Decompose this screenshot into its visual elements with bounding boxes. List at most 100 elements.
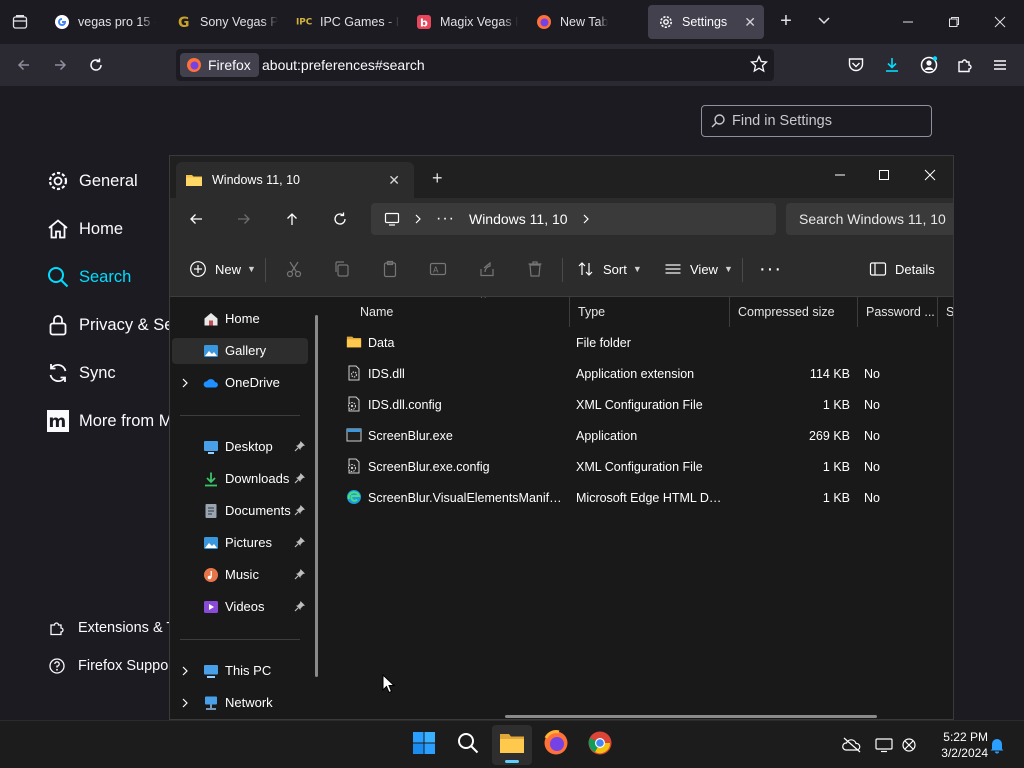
tray-onedrive-off-icon[interactable]	[842, 735, 862, 755]
paste-button[interactable]	[381, 257, 407, 281]
nav-item-pictures[interactable]: Pictures	[172, 530, 308, 556]
view-button[interactable]: View ▼	[664, 257, 733, 281]
browser-tab[interactable]: vegas pro 15 -	[44, 5, 156, 39]
browser-tab[interactable]: G Sony Vegas Pr	[166, 5, 278, 39]
hamburger-menu-icon[interactable]	[988, 53, 1012, 77]
back-button[interactable]	[12, 53, 36, 77]
chevron-right-icon[interactable]	[181, 697, 189, 709]
cut-button[interactable]	[285, 257, 311, 281]
nav-scrollbar[interactable]	[315, 315, 318, 677]
details-button[interactable]: Details	[869, 257, 935, 281]
more-path-ellipsis[interactable]: ···	[436, 210, 455, 228]
chevron-right-icon[interactable]	[582, 214, 590, 224]
url-bar[interactable]: Firefox about:preferences#search	[176, 49, 774, 81]
sort-button[interactable]: Sort ▼	[577, 257, 642, 281]
account-icon[interactable]	[917, 53, 941, 77]
nav-item-music[interactable]: Music	[172, 562, 308, 588]
category-sync[interactable]: Sync	[46, 358, 116, 388]
file-row[interactable]: ScreenBlur.exe Application 269 KB No	[338, 420, 953, 450]
list-all-tabs-icon[interactable]	[816, 12, 832, 33]
close-window-button[interactable]	[916, 162, 944, 188]
taskbar-file-explorer[interactable]	[492, 725, 532, 765]
browser-tab[interactable]: New Tab	[526, 5, 638, 39]
nav-item-this-pc[interactable]: This PC	[172, 658, 308, 684]
file-row[interactable]: Data File folder	[338, 327, 953, 357]
nav-item-home[interactable]: Home	[172, 306, 308, 332]
taskbar-firefox[interactable]	[536, 725, 576, 765]
copy-button[interactable]	[333, 257, 359, 281]
nav-item-network[interactable]: Network	[172, 690, 308, 716]
file-row[interactable]: ScreenBlur.VisualElementsManifest.xml Mi…	[338, 482, 953, 512]
nav-item-onedrive[interactable]: OneDrive	[172, 370, 308, 396]
refresh-button[interactable]	[328, 207, 352, 231]
divider	[562, 258, 563, 282]
reload-button[interactable]	[84, 53, 108, 77]
explorer-search-input[interactable]: Search Windows 11, 10	[786, 203, 953, 235]
firefox-support-link[interactable]: Firefox Support	[48, 655, 177, 677]
category-more-from-mozilla[interactable]: m More from M	[46, 406, 173, 436]
extensions-themes-link[interactable]: Extensions & T	[48, 617, 175, 639]
new-button[interactable]: New ▼	[189, 257, 256, 281]
taskbar-search-button[interactable]	[448, 725, 488, 765]
browser-tab[interactable]: b Magix Vegas P	[406, 5, 518, 39]
rename-button[interactable]: A	[429, 257, 455, 281]
column-header-compressed-size[interactable]: Compressed size	[730, 297, 858, 327]
forward-button[interactable]	[48, 53, 72, 77]
category-home[interactable]: Home	[46, 214, 123, 244]
column-header-name[interactable]: ^ Name	[352, 297, 570, 327]
column-header-size[interactable]: Si	[938, 297, 953, 327]
nav-item-videos[interactable]: Videos	[172, 594, 308, 620]
nav-item-desktop[interactable]: Desktop	[172, 434, 308, 460]
horizontal-scrollbar[interactable]	[505, 715, 877, 718]
nav-item-downloads[interactable]: Downloads	[172, 466, 308, 492]
minimize-button[interactable]	[896, 10, 920, 34]
category-general[interactable]: General	[46, 166, 138, 196]
firefox-view-icon[interactable]	[6, 8, 34, 36]
up-button[interactable]	[280, 207, 304, 231]
more-options-button[interactable]: ···	[759, 257, 782, 281]
settings-search-input[interactable]: Find in Settings	[701, 105, 932, 137]
bookmark-star-icon[interactable]	[749, 54, 769, 78]
explorer-tab[interactable]: Windows 11, 10 ✕	[176, 162, 414, 198]
start-button[interactable]	[404, 725, 444, 765]
address-path[interactable]: ··· Windows 11, 10	[371, 203, 776, 235]
notification-bell-icon[interactable]	[987, 735, 1007, 755]
back-button[interactable]	[184, 207, 208, 231]
file-row[interactable]: ScreenBlur.exe.config XML Configuration …	[338, 451, 953, 481]
column-header-type[interactable]: Type	[570, 297, 730, 327]
tray-display-icon[interactable]	[874, 735, 894, 755]
browser-tab[interactable]: IPC IPC Games - IF	[286, 5, 400, 39]
minimize-button[interactable]	[826, 162, 854, 188]
delete-button[interactable]	[526, 257, 552, 281]
category-search[interactable]: Search	[46, 262, 131, 292]
chevron-right-icon[interactable]	[181, 665, 189, 677]
monitor-icon[interactable]	[384, 211, 400, 227]
nav-item-gallery[interactable]: Gallery	[172, 338, 308, 364]
breadcrumb-current[interactable]: Windows 11, 10	[469, 211, 568, 227]
category-privacy[interactable]: Privacy & Se	[46, 310, 173, 340]
file-row[interactable]: IDS.dll Application extension 114 KB No	[338, 358, 953, 388]
chevron-right-icon[interactable]	[181, 377, 189, 389]
chevron-right-icon[interactable]	[414, 214, 422, 224]
taskbar-chrome[interactable]	[580, 725, 620, 765]
nav-item-documents[interactable]: Documents	[172, 498, 308, 524]
pocket-icon[interactable]	[844, 53, 868, 77]
maximize-button[interactable]	[870, 162, 898, 188]
close-tab-icon[interactable]: ✕	[388, 172, 400, 189]
file-row[interactable]: IDS.dll.config XML Configuration File 1 …	[338, 389, 953, 419]
tray-network-off-icon[interactable]	[900, 735, 920, 755]
forward-button[interactable]	[232, 207, 256, 231]
new-tab-button[interactable]: +	[776, 10, 796, 34]
share-button[interactable]	[478, 257, 504, 281]
close-window-button[interactable]	[988, 10, 1012, 34]
restore-button[interactable]	[942, 10, 966, 34]
extensions-icon[interactable]	[953, 53, 977, 77]
new-tab-button[interactable]: +	[432, 168, 443, 189]
column-header-password[interactable]: Password ...	[858, 297, 938, 327]
downloads-icon[interactable]	[880, 53, 904, 77]
identity-box[interactable]: Firefox	[180, 53, 259, 77]
taskbar-clock[interactable]: 5:22 PM 3/2/2024	[920, 729, 988, 761]
url-text[interactable]: about:preferences#search	[262, 57, 425, 73]
browser-tab-active[interactable]: Settings ✕	[648, 5, 764, 39]
close-tab-icon[interactable]: ✕	[744, 14, 756, 31]
